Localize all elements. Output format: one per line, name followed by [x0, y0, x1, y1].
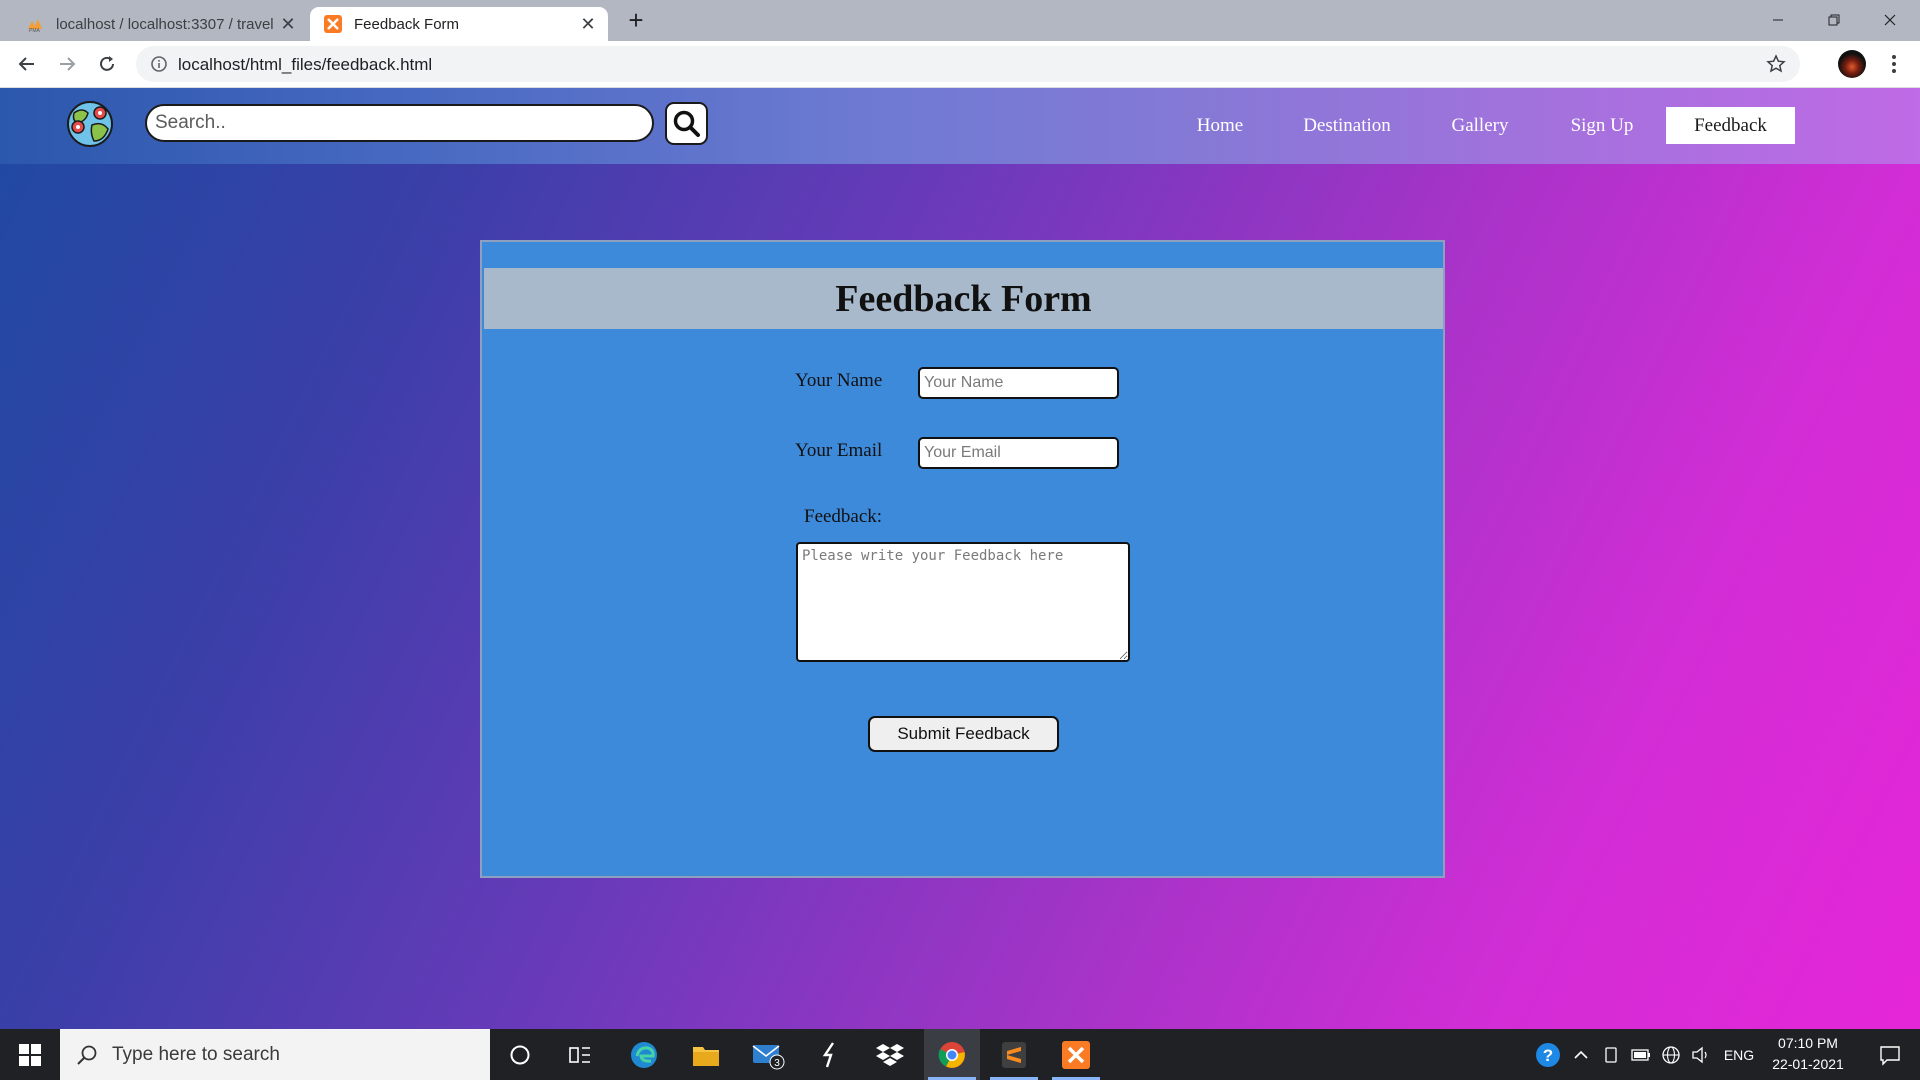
feedback-label: Feedback:	[804, 506, 883, 527]
dropbox-icon[interactable]	[862, 1029, 918, 1080]
taskbar-search-box[interactable]: Type here to search	[60, 1029, 490, 1080]
cortana-icon[interactable]	[492, 1029, 548, 1080]
name-field[interactable]	[918, 367, 1119, 399]
feedback-textarea[interactable]	[796, 542, 1130, 662]
site-search-input[interactable]	[155, 108, 635, 138]
page-viewport: Home Destination Gallery Sign Up Feedbac…	[0, 88, 1920, 1029]
nav-link-home[interactable]: Home	[1190, 107, 1250, 144]
tab-title: localhost / localhost:3307 / travel	[56, 15, 274, 33]
forward-arrow-icon[interactable]	[50, 47, 84, 81]
feedback-form-card: Feedback Form Your Name Your Email Feedb…	[480, 240, 1445, 878]
windows-start-icon[interactable]	[0, 1029, 60, 1080]
tab-close-icon[interactable]: ✕	[274, 10, 302, 38]
submit-feedback-button[interactable]: Submit Feedback	[868, 716, 1059, 752]
bookmark-star-icon[interactable]	[1766, 54, 1786, 74]
windows-taskbar: Type here to search 3 ? ENG 07:10 PM 22-…	[0, 1029, 1920, 1080]
edge-browser-icon[interactable]	[616, 1029, 672, 1080]
clock-time: 07:10 PM	[1778, 1035, 1838, 1051]
profile-avatar[interactable]	[1838, 50, 1866, 78]
form-header: Feedback Form	[484, 268, 1443, 329]
xampp-icon	[324, 15, 342, 33]
nav-link-sign-up[interactable]: Sign Up	[1562, 107, 1642, 144]
phpmyadmin-icon: PMA	[28, 19, 42, 33]
site-search-box[interactable]	[145, 104, 654, 142]
tab-title: Feedback Form	[354, 15, 460, 33]
browser-menu-icon[interactable]	[1882, 49, 1906, 79]
file-explorer-icon[interactable]	[678, 1029, 734, 1080]
new-tab-button[interactable]: +	[622, 5, 650, 35]
email-field[interactable]	[918, 437, 1119, 469]
notification-center-icon[interactable]	[1862, 1029, 1918, 1080]
mail-icon[interactable]: 3	[740, 1029, 796, 1080]
minimize-icon[interactable]	[1750, 0, 1806, 40]
system-clock[interactable]: 07:10 PM 22-01-2021	[1762, 1033, 1854, 1075]
task-view-icon[interactable]	[552, 1029, 608, 1080]
site-navbar: Home Destination Gallery Sign Up Feedbac…	[0, 88, 1920, 164]
clock-date: 22-01-2021	[1772, 1056, 1844, 1072]
search-button[interactable]	[665, 102, 708, 145]
sublime-text-icon[interactable]	[986, 1029, 1042, 1080]
mail-badge: 3	[774, 1058, 780, 1069]
volume-icon[interactable]	[1688, 1029, 1714, 1080]
page-title: Feedback Form	[835, 277, 1092, 320]
device-icon[interactable]	[1598, 1029, 1624, 1080]
svg-text:PMA: PMA	[29, 28, 41, 33]
network-globe-icon[interactable]	[1658, 1029, 1684, 1080]
chevron-up-icon[interactable]	[1568, 1029, 1594, 1080]
svg-text:?: ?	[1543, 1046, 1553, 1065]
nav-link-feedback[interactable]: Feedback	[1666, 107, 1795, 144]
taskbar-search-placeholder: Type here to search	[112, 1043, 280, 1065]
help-icon[interactable]: ?	[1530, 1029, 1566, 1080]
browser-tab-feedback-form[interactable]: Feedback Form ✕	[310, 7, 608, 41]
browser-tab-strip: PMA localhost / localhost:3307 / travel …	[0, 0, 1920, 41]
search-icon	[77, 1045, 97, 1065]
reload-icon[interactable]	[90, 47, 124, 81]
nav-link-gallery[interactable]: Gallery	[1446, 107, 1514, 144]
nav-link-destination[interactable]: Destination	[1294, 107, 1400, 144]
browser-tab-phpmyadmin[interactable]: PMA localhost / localhost:3307 / travel …	[8, 7, 308, 41]
language-indicator[interactable]: ENG	[1720, 1029, 1758, 1080]
close-window-icon[interactable]	[1862, 0, 1918, 40]
restore-icon[interactable]	[1806, 0, 1862, 40]
email-label: Your Email	[795, 440, 883, 461]
chrome-icon[interactable]	[924, 1029, 980, 1080]
bolt-app-icon[interactable]	[802, 1029, 858, 1080]
browser-toolbar: localhost/html_files/feedback.html	[0, 41, 1920, 88]
address-bar[interactable]: localhost/html_files/feedback.html	[136, 46, 1800, 82]
name-label: Your Name	[795, 370, 883, 391]
xampp-icon[interactable]	[1048, 1029, 1104, 1080]
url-text[interactable]: localhost/html_files/feedback.html	[178, 55, 432, 75]
tab-close-icon[interactable]: ✕	[574, 10, 602, 38]
search-icon	[673, 110, 700, 137]
info-icon[interactable]	[150, 55, 168, 73]
globe-logo-icon[interactable]	[64, 99, 116, 149]
back-arrow-icon[interactable]	[10, 47, 44, 81]
battery-icon[interactable]	[1628, 1029, 1654, 1080]
